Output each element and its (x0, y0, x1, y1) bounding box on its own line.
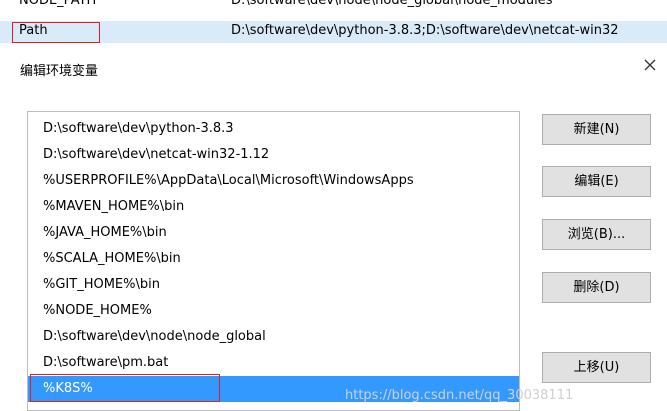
env-variable-table: NODE_PATH D:\software\dev\node\node_glob… (0, 0, 667, 48)
env-row-value: D:\software\dev\python-3.8.3;D:\software… (231, 23, 619, 38)
list-item-text: %MAVEN_HOME%\bin (43, 199, 185, 214)
list-item[interactable]: %GIT_HOME%\bin (28, 272, 519, 298)
delete-button[interactable]: 删除(D) (542, 272, 651, 303)
list-item-text: D:\software\pm.bat (43, 355, 169, 370)
env-row-node-path[interactable]: NODE_PATH D:\software\dev\node\node_glob… (0, 0, 667, 13)
move-up-button[interactable]: 上移(U) (542, 352, 651, 383)
list-item[interactable]: D:\software\dev\python-3.8.3 (28, 116, 519, 142)
list-item[interactable]: D:\software\dev\node\node_global (28, 324, 519, 350)
list-item-text: %JAVA_HOME%\bin (43, 225, 167, 240)
list-item-text: D:\software\dev\netcat-win32-1.12 (43, 147, 270, 162)
list-item-text: %NODE_HOME% (43, 303, 152, 318)
watermark: https://blog.csdn.net/qq_30038111 (345, 388, 574, 403)
list-item[interactable]: D:\software\dev\netcat-win32-1.12 (28, 142, 519, 168)
list-item-text: D:\software\dev\node\node_global (43, 329, 266, 344)
env-row-value: D:\software\dev\node\node_global\node_mo… (231, 0, 553, 8)
dialog-title: 编辑环境变量 (20, 64, 99, 79)
list-item[interactable]: %JAVA_HOME%\bin (28, 220, 519, 246)
list-item-text: %USERPROFILE%\AppData\Local\Microsoft\Wi… (43, 173, 414, 188)
list-item-text: D:\software\dev\python-3.8.3 (43, 121, 234, 136)
list-item-text: %SCALA_HOME%\bin (43, 251, 181, 266)
env-row-name: NODE_PATH (19, 0, 97, 8)
list-item[interactable]: %NODE_HOME% (28, 298, 519, 324)
list-item-text: %GIT_HOME%\bin (43, 277, 160, 292)
env-row-path[interactable]: Path D:\software\dev\python-3.8.3;D:\sof… (0, 21, 667, 43)
env-value-list[interactable]: D:\software\dev\python-3.8.3 D:\software… (27, 111, 520, 411)
browse-button[interactable]: 浏览(B)... (542, 219, 651, 250)
list-item[interactable]: %USERPROFILE%\AppData\Local\Microsoft\Wi… (28, 168, 519, 194)
selected-highlight-box (30, 374, 220, 402)
list-item[interactable]: D:\software\pm.bat (28, 350, 519, 376)
path-highlight-box (12, 22, 100, 43)
new-button[interactable]: 新建(N) (542, 114, 651, 145)
list-item[interactable]: %MAVEN_HOME%\bin (28, 194, 519, 220)
edit-button[interactable]: 编辑(E) (542, 166, 651, 197)
list-item[interactable]: %SCALA_HOME%\bin (28, 246, 519, 272)
close-icon[interactable] (640, 55, 660, 75)
